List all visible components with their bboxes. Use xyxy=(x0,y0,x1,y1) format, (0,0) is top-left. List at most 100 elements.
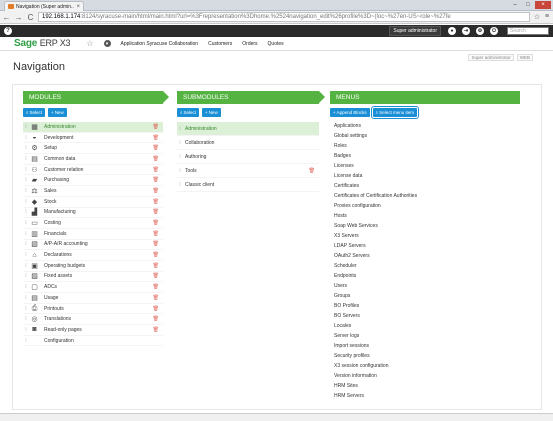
bookmark-star-icon[interactable]: ☆ xyxy=(533,13,541,21)
module-row[interactable]: ⁞ ▣ Operating budgets 🗑 xyxy=(23,261,163,272)
module-row[interactable]: ⁞ ⚇ Customer relation 🗑 xyxy=(23,165,163,176)
menu-item[interactable]: HRM Servers xyxy=(334,391,520,401)
menu-item[interactable]: OAuth2 Servers xyxy=(334,251,520,261)
trash-icon[interactable]: 🗑 xyxy=(153,273,159,279)
help-icon[interactable]: ? xyxy=(4,27,12,35)
power-icon[interactable]: ⏻ xyxy=(490,27,498,35)
module-row[interactable]: ⁞ ▭ Costing 🗑 xyxy=(23,218,163,229)
back-arrow-icon[interactable]: ← xyxy=(2,13,11,22)
submodule-row[interactable]: ⁞ Administration xyxy=(177,122,319,136)
module-row[interactable]: ⁞ ⎙ Printouts 🗑 xyxy=(23,304,163,315)
select-menu-item-button[interactable]: ⌕ Select menu item xyxy=(370,106,419,119)
nav-link-orders[interactable]: Orders xyxy=(242,41,257,47)
menu-item[interactable]: License data xyxy=(334,171,520,181)
maximize-icon[interactable]: □ xyxy=(522,1,534,9)
module-row[interactable]: ⁞ ▨ Fixed assets 🗑 xyxy=(23,272,163,283)
trash-icon[interactable]: 🗑 xyxy=(153,263,159,269)
module-row[interactable]: ⁞ ▢ ADCs 🗑 xyxy=(23,282,163,293)
menu-item[interactable]: Badges xyxy=(334,151,520,161)
menu-item[interactable]: X3 session configuration xyxy=(334,361,520,371)
horizontal-scrollbar[interactable] xyxy=(0,413,553,421)
trash-icon[interactable]: 🗑 xyxy=(153,145,159,151)
trash-icon[interactable]: 🗑 xyxy=(153,188,159,194)
menu-item[interactable]: Endpoints xyxy=(334,271,520,281)
trash-icon[interactable]: 🗑 xyxy=(153,199,159,205)
settings-icon[interactable]: ⚙ xyxy=(476,27,484,35)
trash-icon[interactable]: 🗑 xyxy=(153,220,159,226)
modules-new-button[interactable]: + New xyxy=(48,108,67,117)
menu-item[interactable]: Licenses xyxy=(334,161,520,171)
browser-menu-icon[interactable]: ≡ xyxy=(543,13,551,21)
menu-item[interactable]: Locales xyxy=(334,321,520,331)
menu-item[interactable]: Certificates of Certification Authoritie… xyxy=(334,191,520,201)
module-row[interactable]: ⁞ ▤ Usage 🗑 xyxy=(23,293,163,304)
menu-item[interactable]: LDAP Servers xyxy=(334,241,520,251)
module-row[interactable]: ⁞ ◆ Stock 🗑 xyxy=(23,197,163,208)
module-row[interactable]: ⁞ ◙ Read-only pages 🗑 xyxy=(23,325,163,336)
module-row[interactable]: ⁞ ⌂ Declarations 🗑 xyxy=(23,250,163,261)
menu-item[interactable]: Users xyxy=(334,281,520,291)
trash-icon[interactable]: 🗑 xyxy=(153,241,159,247)
trash-icon[interactable]: 🗑 xyxy=(153,316,159,322)
module-row[interactable]: ⁞ Configuration xyxy=(23,336,163,347)
module-row[interactable]: ⁞ ⚙ Setup 🗑 xyxy=(23,143,163,155)
browser-tab[interactable]: Navigation (Super admin... × xyxy=(4,1,84,11)
module-row[interactable]: ⁞ ◎ Translations 🗑 xyxy=(23,314,163,326)
trash-icon[interactable]: 🗑 xyxy=(153,284,159,290)
trash-icon[interactable]: 🗑 xyxy=(153,177,159,183)
modules-select-button[interactable]: ⌕ Select xyxy=(23,108,46,117)
module-row[interactable]: ⁞ ⚖ Sales 🗑 xyxy=(23,186,163,197)
menu-item[interactable]: Version information xyxy=(334,371,520,381)
module-row[interactable]: ⁞ ▟ Manufacturing 🗑 xyxy=(23,208,163,219)
trash-icon[interactable]: 🗑 xyxy=(153,306,159,312)
module-row[interactable]: ⁞ ◒ Development 🗑 xyxy=(23,133,163,144)
module-row[interactable]: ⁞ ▤ Common data 🗑 xyxy=(23,154,163,165)
menu-item[interactable]: Soap Web Services xyxy=(334,221,520,231)
trash-icon[interactable]: 🗑 xyxy=(153,156,159,162)
module-row[interactable]: ⁞ ▦ Administration 🗑 xyxy=(23,122,163,133)
menu-item[interactable]: BO Profiles xyxy=(334,301,520,311)
menu-item[interactable]: Roles xyxy=(334,141,520,151)
trash-icon[interactable]: 🗑 xyxy=(153,295,159,301)
web-tool[interactable]: WEB xyxy=(516,54,533,61)
menu-item[interactable]: Global settings xyxy=(334,131,520,141)
trash-icon[interactable]: 🗑 xyxy=(153,124,159,130)
nav-link-customers[interactable]: Customers xyxy=(208,41,232,47)
submodules-new-button[interactable]: + New xyxy=(202,108,221,117)
menu-item[interactable]: Scheduler xyxy=(334,261,520,271)
menu-item[interactable]: Security profiles xyxy=(334,351,520,361)
favorite-star-icon[interactable]: ☆ xyxy=(86,39,93,48)
search-input[interactable]: Search xyxy=(507,27,549,35)
trash-icon[interactable]: 🗑 xyxy=(153,231,159,237)
menu-item[interactable]: Server logs xyxy=(334,331,520,341)
user-icon[interactable]: ● xyxy=(448,27,456,35)
submodules-select-button[interactable]: ⌕ Select xyxy=(177,108,200,117)
submodule-row[interactable]: ⁞ Tools 🗑 xyxy=(177,164,319,178)
menu-item[interactable]: Certificates xyxy=(334,181,520,191)
url-input[interactable]: 192.168.1.174:8124/syracuse-main/html/ma… xyxy=(38,12,530,22)
trash-icon[interactable]: 🗑 xyxy=(153,252,159,258)
submodule-row[interactable]: ⁞ Classic client xyxy=(177,178,319,192)
submodule-row[interactable]: ⁞ Collaboration xyxy=(177,136,319,150)
window-close-icon[interactable]: × xyxy=(535,1,551,9)
close-icon[interactable]: × xyxy=(76,4,80,10)
append-blocks-button[interactable]: + Append Blocks xyxy=(330,108,370,117)
nav-link-quotes[interactable]: Quotes xyxy=(268,41,284,47)
logout-icon[interactable]: ⇥ xyxy=(462,27,470,35)
menu-item[interactable]: Import sessions xyxy=(334,341,520,351)
module-row[interactable]: ⁞ ▧ A/P-A/R accounting 🗑 xyxy=(23,240,163,251)
submodule-row[interactable]: ⁞ Authoring xyxy=(177,150,319,164)
reload-icon[interactable]: C xyxy=(26,13,35,22)
menu-item[interactable]: Groups xyxy=(334,291,520,301)
minimize-icon[interactable]: – xyxy=(509,1,521,9)
menu-item[interactable]: Hosts xyxy=(334,211,520,221)
trash-icon[interactable]: 🗑 xyxy=(153,327,159,333)
trash-icon[interactable]: 🗑 xyxy=(153,167,159,173)
menu-item[interactable]: Applications xyxy=(334,121,520,131)
sage-logo[interactable]: Sage ERP X3 xyxy=(14,38,71,49)
module-row[interactable]: ⁞ ▰ Purchasing 🗑 xyxy=(23,175,163,187)
trash-icon[interactable]: 🗑 xyxy=(309,168,315,174)
trash-icon[interactable]: 🗑 xyxy=(153,209,159,215)
forward-arrow-icon[interactable]: → xyxy=(14,13,23,22)
nav-link-collaboration[interactable]: Application Syracuse Collaboration xyxy=(121,41,199,47)
